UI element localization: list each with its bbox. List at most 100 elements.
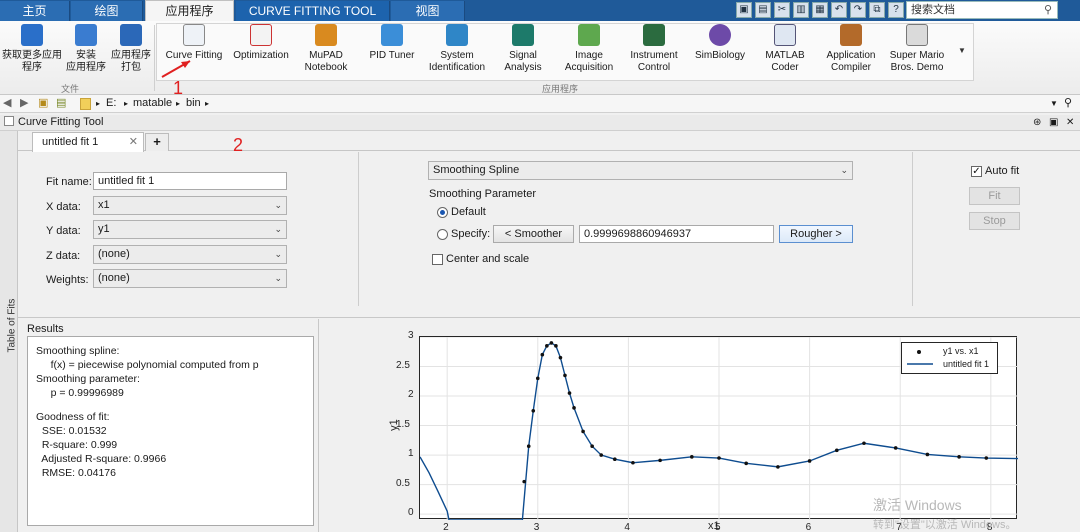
- app-pid-tuner[interactable]: PID Tuner: [362, 24, 422, 62]
- results-line: Goodness of fit:: [36, 411, 110, 423]
- help-quick-icon[interactable]: ▣: [736, 2, 752, 18]
- data-point: [554, 344, 558, 348]
- chevron-right-icon: ▸: [96, 99, 101, 108]
- app-label: MuPAD Notebook: [304, 50, 348, 73]
- center-scale-checkbox[interactable]: [432, 254, 443, 265]
- paste-quick-icon[interactable]: ▦: [812, 2, 828, 18]
- data-point: [957, 455, 961, 459]
- add-fit-button[interactable]: +: [145, 133, 169, 151]
- tab-apps[interactable]: 应用程序: [145, 0, 234, 22]
- search-docs-input[interactable]: 搜索文档: [906, 1, 1058, 19]
- browse-folder-icon[interactable]: ▤: [56, 95, 66, 112]
- app-simbiology[interactable]: SimBiology: [690, 24, 750, 62]
- weights-value: (none): [98, 272, 130, 284]
- data-point: [717, 456, 721, 460]
- app-signal-analysis[interactable]: Signal Analysis: [494, 24, 552, 74]
- rougher-button[interactable]: Rougher >: [779, 225, 853, 243]
- plot-legend[interactable]: y1 vs. x1 untitled fit 1: [901, 342, 998, 374]
- image-acquisition-icon: [578, 24, 600, 46]
- smoothing-value-field[interactable]: 0.9999698860946937: [579, 225, 774, 243]
- switch-windows-icon[interactable]: ⧉: [869, 2, 885, 18]
- table-of-fits-tab[interactable]: Table of Fits: [0, 131, 18, 532]
- app-system-identification[interactable]: System Identification: [424, 24, 490, 74]
- cut-quick-icon[interactable]: ✂: [774, 2, 790, 18]
- app-label: SimBiology: [694, 50, 746, 61]
- specify-radio[interactable]: [437, 229, 448, 240]
- app-matlab-coder[interactable]: MATLAB Coder: [756, 24, 814, 74]
- tool-title: Curve Fitting Tool: [18, 116, 104, 128]
- x-tick-label: 2: [443, 522, 449, 532]
- save-quick-icon[interactable]: ▤: [755, 2, 771, 18]
- signal-analysis-icon: [512, 24, 534, 46]
- tab-plots[interactable]: 绘图: [71, 1, 143, 21]
- stop-button[interactable]: Stop: [969, 212, 1020, 230]
- weights-select[interactable]: (none) ⌄: [93, 269, 287, 288]
- x-data-select[interactable]: x1 ⌄: [93, 196, 287, 215]
- results-box: Smoothing spline: f(x) = piecewise polyn…: [27, 336, 314, 526]
- tab-view[interactable]: 视图: [391, 1, 465, 21]
- data-point: [690, 455, 694, 459]
- super-mario-icon: [906, 24, 928, 46]
- fit-button[interactable]: Fit: [969, 187, 1020, 205]
- close-tab-icon[interactable]: ✕: [129, 133, 138, 151]
- package-app-button[interactable]: 应用程序 打包: [110, 24, 152, 74]
- y-tick-label: 2: [408, 389, 414, 401]
- folder-icon: [80, 98, 91, 110]
- app-label: System Identification: [428, 50, 486, 73]
- mupad-icon: [315, 24, 337, 46]
- back-icon[interactable]: ◀: [3, 95, 11, 112]
- specify-label: Specify:: [451, 228, 491, 240]
- results-line: Smoothing spline:: [36, 345, 120, 357]
- search-folder-icon[interactable]: ⚲: [1064, 95, 1072, 112]
- forward-icon[interactable]: ▶: [20, 95, 28, 112]
- tab-curve-fitting-tool[interactable]: CURVE FITTING TOOL: [236, 1, 390, 21]
- app-super-mario-demo[interactable]: Super Mario Bros. Demo: [886, 24, 948, 74]
- minimize-icon[interactable]: ▣: [1049, 115, 1058, 130]
- y-data-select[interactable]: y1 ⌄: [93, 220, 287, 239]
- instrument-control-icon: [643, 24, 665, 46]
- toolstrip-tabs: 主页 绘图 应用程序 CURVE FITTING TOOL 视图 ▣ ▤ ✂ ▥…: [0, 0, 1080, 22]
- fit-name-field[interactable]: untitled fit 1: [93, 172, 287, 190]
- data-point: [531, 408, 536, 413]
- copy-quick-icon[interactable]: ▥: [793, 2, 809, 18]
- smoother-button[interactable]: < Smoother: [493, 225, 574, 243]
- current-folder-bar: ◀ ▶ ▣ ▤ ▸ E: ▸ matable ▸ bin ▸ ▼ ⚲: [0, 95, 1080, 113]
- z-data-select[interactable]: (none) ⌄: [93, 245, 287, 264]
- close-icon[interactable]: ✕: [1066, 115, 1074, 130]
- default-radio[interactable]: [437, 207, 448, 218]
- redo-quick-icon[interactable]: ↷: [850, 2, 866, 18]
- up-folder-icon[interactable]: ▣: [38, 95, 48, 112]
- app-instrument-control[interactable]: Instrument Control: [624, 24, 684, 74]
- help-icon[interactable]: ?: [888, 2, 904, 18]
- app-image-acquisition[interactable]: Image Acquisition: [558, 24, 620, 74]
- optimization-icon: [250, 24, 272, 46]
- z-data-value: (none): [98, 248, 130, 260]
- fit-type-select[interactable]: Smoothing Spline ⌄: [428, 161, 853, 180]
- breadcrumb-drive[interactable]: E:: [106, 95, 116, 112]
- search-icon[interactable]: ⚲: [1044, 3, 1058, 17]
- annotation-number: 1: [173, 78, 184, 98]
- breadcrumb-folder[interactable]: matable: [133, 95, 172, 112]
- undo-quick-icon[interactable]: ↶: [831, 2, 847, 18]
- auto-fit-checkbox[interactable]: ✓: [971, 166, 982, 177]
- data-point: [893, 446, 898, 450]
- gallery-expand-icon[interactable]: ▼: [958, 46, 966, 55]
- get-more-apps-button[interactable]: 获取更多应用 程序: [2, 24, 62, 74]
- app-mupad-notebook[interactable]: MuPAD Notebook: [296, 24, 356, 74]
- legend-item: y1 vs. x1: [943, 346, 979, 356]
- tool-title-bar: Curve Fitting Tool ⊛ ▣ ✕: [0, 115, 1080, 131]
- results-title: Results: [27, 323, 64, 335]
- chevron-down-icon[interactable]: ▼: [1050, 95, 1058, 112]
- app-optimization[interactable]: Optimization: [228, 24, 294, 62]
- tab-untitled-fit-1[interactable]: untitled fit 1 ✕: [32, 132, 144, 152]
- app-application-compiler[interactable]: Application Compiler: [818, 24, 884, 74]
- options-icon[interactable]: ⊛: [1033, 115, 1041, 130]
- install-app-button[interactable]: 安装 应用程序: [64, 24, 108, 74]
- data-point: [744, 461, 748, 466]
- install-app-label: 安装 应用程序: [66, 50, 106, 73]
- curve-fitting-icon: [183, 24, 205, 46]
- breadcrumb-folder[interactable]: bin: [186, 95, 201, 112]
- package-icon: [120, 24, 142, 46]
- tab-home[interactable]: 主页: [0, 1, 70, 21]
- fit-name-label: Fit name:: [46, 176, 92, 188]
